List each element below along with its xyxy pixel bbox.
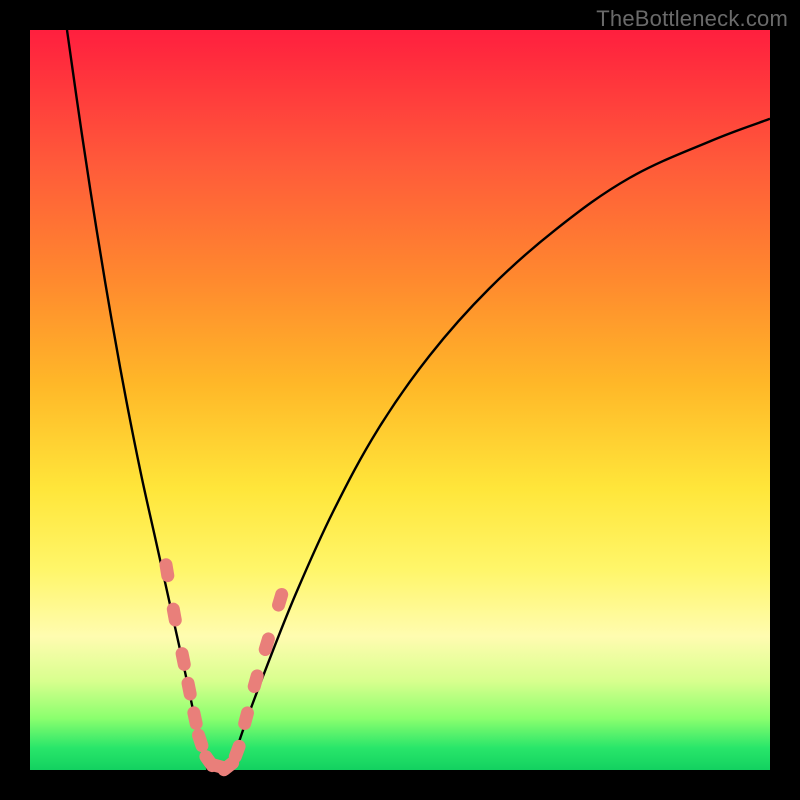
data-marker <box>270 586 289 613</box>
curve-right-branch <box>230 119 770 770</box>
bottleneck-curve <box>30 30 770 770</box>
chart-frame: TheBottleneck.com <box>0 0 800 800</box>
data-marker <box>186 705 204 731</box>
data-marker <box>166 602 183 628</box>
data-marker <box>190 727 210 754</box>
plot-area <box>30 30 770 770</box>
data-marker <box>237 705 256 732</box>
data-marker <box>180 676 197 702</box>
data-marker <box>174 646 191 672</box>
watermark-text: TheBottleneck.com <box>596 6 788 32</box>
data-marker <box>257 631 276 658</box>
data-marker <box>159 557 176 583</box>
data-marker <box>246 668 265 695</box>
